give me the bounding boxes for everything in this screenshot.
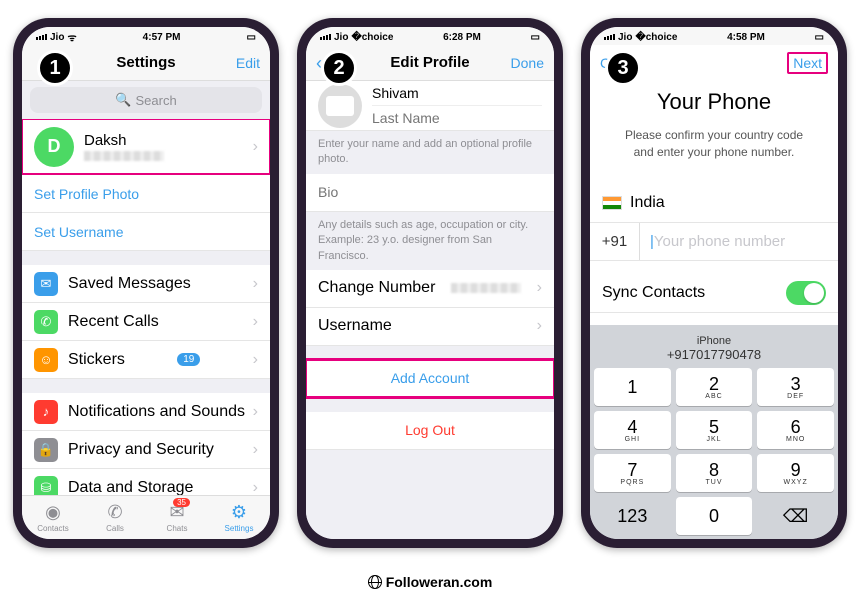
item-icon: ⛁ xyxy=(34,476,58,496)
country-row[interactable]: India xyxy=(590,185,838,223)
status-bar: Jioᯤ 4:57 PM ▭ xyxy=(22,27,270,45)
country-code-field[interactable]: +91 xyxy=(590,223,640,260)
phone-3: 3 Jio�choice 4:58 PM▭ Canc Next Your Pho… xyxy=(581,18,847,548)
settings-item[interactable]: ☺Stickers19› xyxy=(22,341,270,379)
keypad-key-1[interactable]: 1 xyxy=(594,368,671,406)
wifi-icon: ᯤ xyxy=(67,30,76,44)
status-bar: Jio�choice 4:58 PM▭ xyxy=(590,27,838,45)
chevron-right-icon: › xyxy=(253,479,258,496)
keypad-suggestion[interactable]: iPhone+917017790478 xyxy=(594,329,834,368)
phone-blurred xyxy=(84,151,164,161)
user-name: Daksh xyxy=(84,132,164,149)
badge: 19 xyxy=(177,353,200,366)
tab-icon: ⚙ xyxy=(231,502,247,523)
item-icon: ♪ xyxy=(34,400,58,424)
page-title: Edit Profile xyxy=(390,54,469,71)
chevron-right-icon: › xyxy=(253,351,258,369)
next-button[interactable]: Next xyxy=(787,52,828,74)
settings-item[interactable]: ♪Notifications and Sounds› xyxy=(22,393,270,431)
keypad-key-6[interactable]: 6MNO xyxy=(757,411,834,449)
keypad-key-3[interactable]: 3DEF xyxy=(757,368,834,406)
keypad-key-2[interactable]: 2ABC xyxy=(676,368,753,406)
keypad-key-4[interactable]: 4GHI xyxy=(594,411,671,449)
username-row[interactable]: Username› xyxy=(306,308,554,346)
profile-photo[interactable] xyxy=(318,84,362,128)
tab-calls[interactable]: ✆Calls xyxy=(84,496,146,539)
settings-item[interactable]: ⛁Data and Storage› xyxy=(22,469,270,495)
chevron-right-icon: › xyxy=(253,403,258,421)
tab-icon: ◉ xyxy=(45,502,61,523)
tab-chats[interactable]: ✉35Chats xyxy=(146,496,208,539)
bio-hint: Any details such as age, occupation or c… xyxy=(306,212,554,270)
add-account-button[interactable]: Add Account xyxy=(306,360,554,398)
logout-button[interactable]: Log Out xyxy=(306,412,554,450)
chevron-right-icon: › xyxy=(253,441,258,459)
camera-icon xyxy=(326,96,354,116)
tab-bar: ◉Contacts✆Calls✉35Chats⚙Settings xyxy=(22,495,270,539)
flag-icon xyxy=(602,196,622,210)
item-icon: 🔒 xyxy=(34,438,58,462)
done-button[interactable]: Done xyxy=(511,55,544,71)
last-name-field[interactable] xyxy=(372,106,542,130)
item-icon: ✉ xyxy=(34,272,58,296)
item-icon: ☺ xyxy=(34,348,58,372)
first-name-field[interactable] xyxy=(372,81,542,106)
phone-number-field[interactable]: |Your phone number xyxy=(640,223,838,260)
sync-contacts-row[interactable]: Sync Contacts xyxy=(590,275,838,313)
tab-settings[interactable]: ⚙Settings xyxy=(208,496,270,539)
bio-row[interactable] xyxy=(306,174,554,212)
step-badge-1: 1 xyxy=(37,50,73,86)
chevron-right-icon: › xyxy=(253,313,258,331)
page-title: Settings xyxy=(116,54,175,71)
keypad-key-0[interactable]: 0 xyxy=(676,497,753,535)
name-row[interactable] xyxy=(306,81,554,131)
footer: Followeran.com xyxy=(0,574,860,590)
name-hint: Enter your name and add an optional prof… xyxy=(306,131,554,174)
globe-icon xyxy=(368,575,382,589)
phone-input-row[interactable]: +91 |Your phone number xyxy=(590,223,838,261)
keypad-key-5[interactable]: 5JKL xyxy=(676,411,753,449)
set-profile-photo-link[interactable]: Set Profile Photo xyxy=(22,175,270,213)
page-title: Your Phone xyxy=(590,81,838,117)
change-number-row[interactable]: Change Number› xyxy=(306,270,554,308)
status-time: 4:57 PM xyxy=(143,32,181,43)
avatar: D xyxy=(34,127,74,167)
status-bar: Jio�choice 6:28 PM▭ xyxy=(306,27,554,45)
keypad-key-9[interactable]: 9WXYZ xyxy=(757,454,834,492)
sync-toggle[interactable] xyxy=(786,281,826,305)
keypad-key-8[interactable]: 8TUV xyxy=(676,454,753,492)
keypad-key-⌫[interactable]: ⌫ xyxy=(757,497,834,535)
page-subtitle: Please confirm your country code and ent… xyxy=(590,117,838,171)
edit-button[interactable]: Edit xyxy=(236,55,260,71)
search-input[interactable]: 🔍Search xyxy=(30,87,262,113)
keypad-key-7[interactable]: 7PQRS xyxy=(594,454,671,492)
tab-contacts[interactable]: ◉Contacts xyxy=(22,496,84,539)
step-badge-3: 3 xyxy=(605,50,641,86)
keypad-key-123[interactable]: 123 xyxy=(594,497,671,535)
phone-2: 2 Jio�choice 6:28 PM▭ ‹B Edit Profile Do… xyxy=(297,18,563,548)
phone-1: 1 Jioᯤ 4:57 PM ▭ Settings Edit 🔍Search D… xyxy=(13,18,279,548)
number-keypad: iPhone+917017790478 12ABC3DEF 4GHI5JKL6MN… xyxy=(590,325,838,539)
tab-icon: ✆ xyxy=(107,502,122,523)
battery-icon: ▭ xyxy=(247,32,256,43)
chevron-right-icon: › xyxy=(253,138,258,156)
settings-item[interactable]: ✆Recent Calls› xyxy=(22,303,270,341)
settings-item[interactable]: 🔒Privacy and Security› xyxy=(22,431,270,469)
settings-item[interactable]: ✉Saved Messages› xyxy=(22,265,270,303)
chevron-right-icon: › xyxy=(253,275,258,293)
item-icon: ✆ xyxy=(34,310,58,334)
bio-field[interactable] xyxy=(318,184,542,200)
step-badge-2: 2 xyxy=(321,50,357,86)
set-username-link[interactable]: Set Username xyxy=(22,213,270,251)
search-icon: 🔍 xyxy=(115,92,131,108)
profile-row[interactable]: D Daksh › xyxy=(22,119,270,175)
